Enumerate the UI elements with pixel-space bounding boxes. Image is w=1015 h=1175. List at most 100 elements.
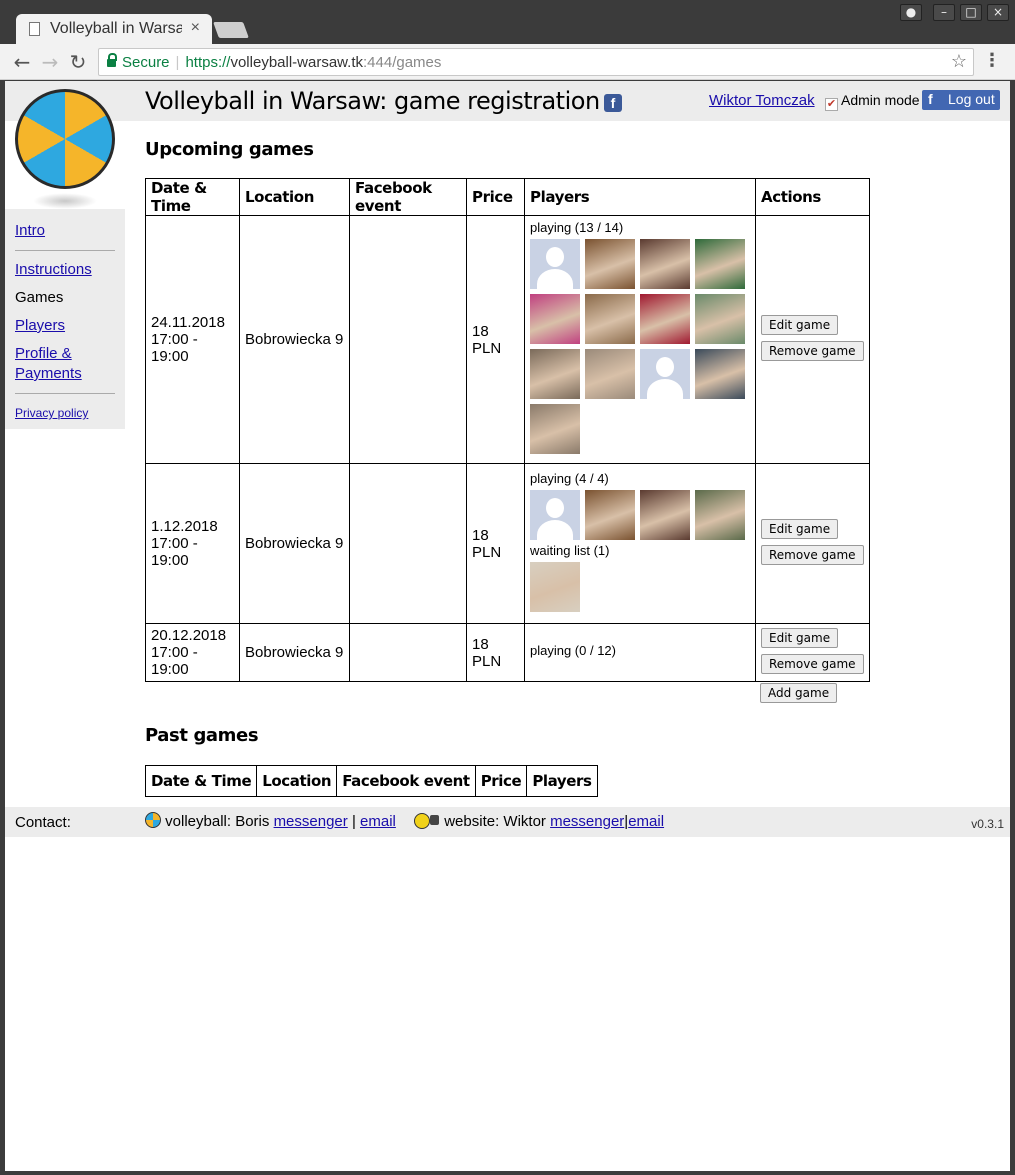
admin-mode-checkbox[interactable]: ✔ <box>825 98 838 111</box>
address-bar[interactable]: Secure | https://volleyball-warsaw.tk:444/… <box>98 48 974 76</box>
wiktor-email-link[interactable]: email <box>628 813 664 830</box>
column-header: Facebook event <box>336 765 476 797</box>
sidebar-item-instructions[interactable]: Instructions <box>15 260 115 280</box>
sidebar-item-intro[interactable]: Intro <box>15 221 115 241</box>
player-avatar[interactable] <box>585 239 635 289</box>
remove-game-button[interactable]: Remove game <box>761 654 864 674</box>
close-window-button[interactable]: × <box>987 4 1009 21</box>
playing-count: playing (13 / 14) <box>530 220 624 235</box>
tab-title: Volleyball in Warsaw <box>50 20 182 37</box>
players-cell: playing (13 / 14) <box>524 215 756 464</box>
page-viewport: Volleyball in Warsaw: game registration f… <box>5 81 1010 1171</box>
game-time: 17:00 - 19:00 <box>151 535 198 569</box>
table-row: 20.12.2018 17:00 - 19:00 Bobrowiecka 9 18… <box>145 623 870 682</box>
edit-game-button[interactable]: Edit game <box>761 519 839 539</box>
sidebar-item-games: Games <box>15 289 64 306</box>
player-avatar[interactable] <box>585 294 635 344</box>
player-avatar[interactable] <box>695 349 745 399</box>
price-cell: 18 PLN <box>466 215 525 464</box>
facebook-event-cell <box>349 623 467 682</box>
game-time: 17:00 - 19:00 <box>151 331 198 365</box>
new-tab-button[interactable] <box>213 22 249 38</box>
sidebar-item-profile[interactable]: Profile & Payments <box>15 344 115 384</box>
player-avatar[interactable] <box>585 349 635 399</box>
upcoming-games-title: Upcoming games <box>145 139 314 160</box>
wiktor-messenger-link[interactable]: messenger <box>550 813 624 830</box>
version-label: v0.3.1 <box>971 817 1004 831</box>
logout-button[interactable]: f Log out <box>922 90 1000 110</box>
sidebar-item-profile-line1: Profile & <box>15 345 72 362</box>
profile-icon[interactable]: ● <box>900 4 922 21</box>
link-separator: | <box>351 813 356 830</box>
waiting-list-avatars <box>530 561 750 617</box>
location-cell: Bobrowiecka 9 <box>239 215 350 464</box>
bookmark-star-icon[interactable]: ☆ <box>951 51 967 72</box>
game-date: 1.12.2018 <box>151 518 218 535</box>
player-avatar[interactable] <box>530 404 580 454</box>
browser-window: Volleyball in Warsaw × ● – □ × ← → ↻ Sec… <box>0 0 1015 1175</box>
edit-game-button[interactable]: Edit game <box>761 315 839 335</box>
maximize-button[interactable]: □ <box>960 4 982 21</box>
column-header: Price <box>474 765 528 797</box>
browser-toolbar: ← → ↻ Secure | https://volleyball-warsaw.t… <box>0 44 1015 80</box>
tab-close-icon[interactable]: × <box>191 19 200 37</box>
player-avatar[interactable] <box>695 239 745 289</box>
column-header: Location <box>256 765 338 797</box>
waiting-list-count: waiting list (1) <box>530 542 610 558</box>
reload-icon[interactable]: ↻ <box>66 50 90 74</box>
location-cell: Bobrowiecka 9 <box>239 463 350 624</box>
date-time-cell: 24.11.2018 17:00 - 19:00 <box>145 215 240 464</box>
edit-game-button[interactable]: Edit game <box>761 628 839 648</box>
remove-game-button[interactable]: Remove game <box>761 341 864 361</box>
boris-messenger-link[interactable]: messenger <box>274 813 348 830</box>
player-avatar[interactable] <box>530 489 580 540</box>
contact-label: Contact: <box>15 814 71 831</box>
url-host: volleyball-warsaw.tk <box>230 54 364 71</box>
back-arrow-icon[interactable]: ← <box>10 50 34 74</box>
add-game-button[interactable]: Add game <box>760 683 838 703</box>
browser-tab[interactable]: Volleyball in Warsaw × <box>16 14 212 44</box>
player-avatar[interactable] <box>530 561 580 612</box>
table-header-row: Date & Time Location Facebook event Pric… <box>144 765 598 797</box>
player-avatar[interactable] <box>530 239 580 289</box>
sidebar-divider <box>15 250 115 251</box>
player-avatar[interactable] <box>640 349 690 399</box>
sidebar-item-players[interactable]: Players <box>15 316 115 336</box>
volleyball-logo <box>15 89 115 189</box>
player-avatar[interactable] <box>695 489 745 540</box>
admin-mode-toggle[interactable]: ✔ Admin mode <box>825 92 920 111</box>
column-header: Location <box>239 178 350 216</box>
minimize-button[interactable]: – <box>933 4 955 21</box>
boris-email-link[interactable]: email <box>360 813 396 830</box>
admin-mode-label: Admin mode <box>841 92 920 108</box>
browser-menu-icon[interactable]: ⋮ <box>983 50 1001 71</box>
player-avatar[interactable] <box>530 294 580 344</box>
page-icon <box>29 22 40 36</box>
player-avatar[interactable] <box>640 239 690 289</box>
column-header: Facebook event <box>349 178 467 216</box>
price-cell: 18 PLN <box>466 623 525 682</box>
sidebar-divider <box>15 393 115 394</box>
players-cell: playing (0 / 12) <box>524 623 756 682</box>
game-date: 24.11.2018 <box>151 314 225 331</box>
player-avatars <box>530 489 750 545</box>
column-header: Date & Time <box>145 178 240 216</box>
actions-cell: Edit game Remove game <box>755 215 870 464</box>
player-avatars <box>530 239 750 459</box>
column-header: Actions <box>755 178 870 216</box>
forward-arrow-icon[interactable]: → <box>38 50 62 74</box>
volleyball-contact-text: volleyball: Boris <box>165 813 270 830</box>
sidebar-item-profile-line2: Payments <box>15 365 82 382</box>
facebook-logo-icon: f <box>928 91 933 107</box>
user-name-link[interactable]: Wiktor Tomczak <box>709 92 815 109</box>
player-avatar[interactable] <box>585 489 635 540</box>
facebook-icon[interactable]: f <box>603 94 622 112</box>
remove-game-button[interactable]: Remove game <box>761 545 864 565</box>
player-avatar[interactable] <box>640 489 690 540</box>
game-date: 20.12.2018 <box>151 627 227 644</box>
sidebar-item-privacy-policy[interactable]: Privacy policy <box>15 403 115 423</box>
player-avatar[interactable] <box>695 294 745 344</box>
game-time: 17:00 - 19:00 <box>151 644 198 678</box>
player-avatar[interactable] <box>640 294 690 344</box>
player-avatar[interactable] <box>530 349 580 399</box>
